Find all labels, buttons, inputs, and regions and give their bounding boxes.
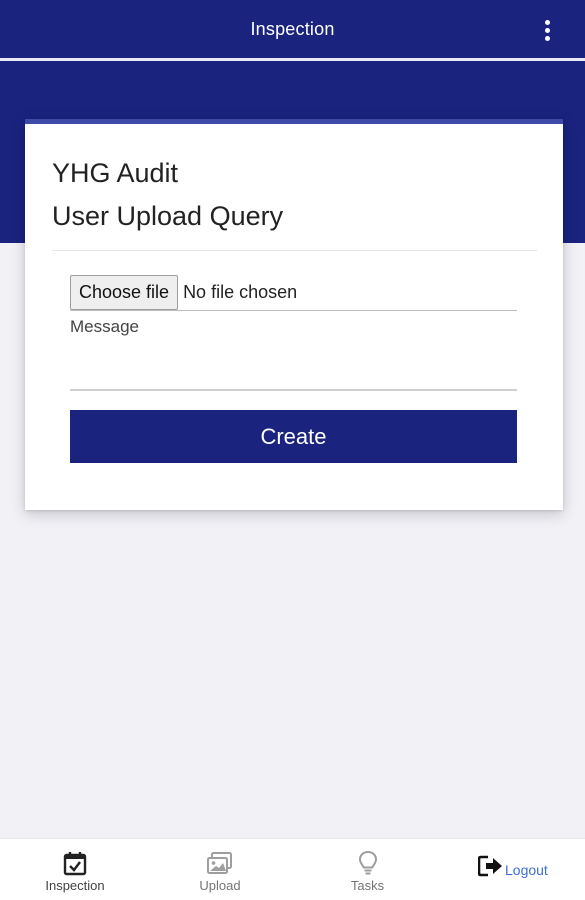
more-vert-icon[interactable]	[539, 18, 555, 42]
create-button[interactable]: Create	[70, 410, 517, 463]
app-bar-title: Inspection	[250, 18, 335, 39]
message-label: Message	[70, 317, 139, 336]
sign-out-icon	[478, 855, 502, 876]
calendar-check-icon	[63, 852, 87, 876]
nav-item-inspection[interactable]: Inspection	[40, 839, 110, 900]
nav-item-tasks[interactable]: Tasks	[340, 839, 395, 900]
nav-label-inspection: Inspection	[45, 878, 105, 893]
upload-query-card: YHG Audit User Upload Query Choose file …	[25, 119, 563, 510]
nav-label-tasks: Tasks	[350, 878, 385, 893]
nav-label-upload: Upload	[199, 878, 241, 893]
nav-item-upload[interactable]: Upload	[190, 839, 250, 900]
app-bar: Inspection	[0, 0, 585, 58]
nav-label-logout: Logout	[505, 862, 548, 878]
card-divider	[52, 250, 537, 251]
card-title-upload-query: User Upload Query	[52, 201, 284, 231]
file-status-text: No file chosen	[183, 281, 298, 302]
lightbulb-icon	[358, 850, 377, 875]
card-header: YHG Audit User Upload Query	[52, 152, 537, 238]
bottom-nav: Inspection Upload Tasks Logout	[0, 838, 585, 900]
choose-file-button[interactable]: Choose file	[70, 274, 179, 310]
message-input[interactable]	[70, 349, 517, 391]
card-title-audit: YHG Audit	[52, 158, 179, 188]
nav-item-logout[interactable]: Logout	[478, 853, 548, 878]
images-icon	[207, 852, 232, 874]
file-upload-field[interactable]: Choose file No file chosen	[70, 274, 517, 311]
